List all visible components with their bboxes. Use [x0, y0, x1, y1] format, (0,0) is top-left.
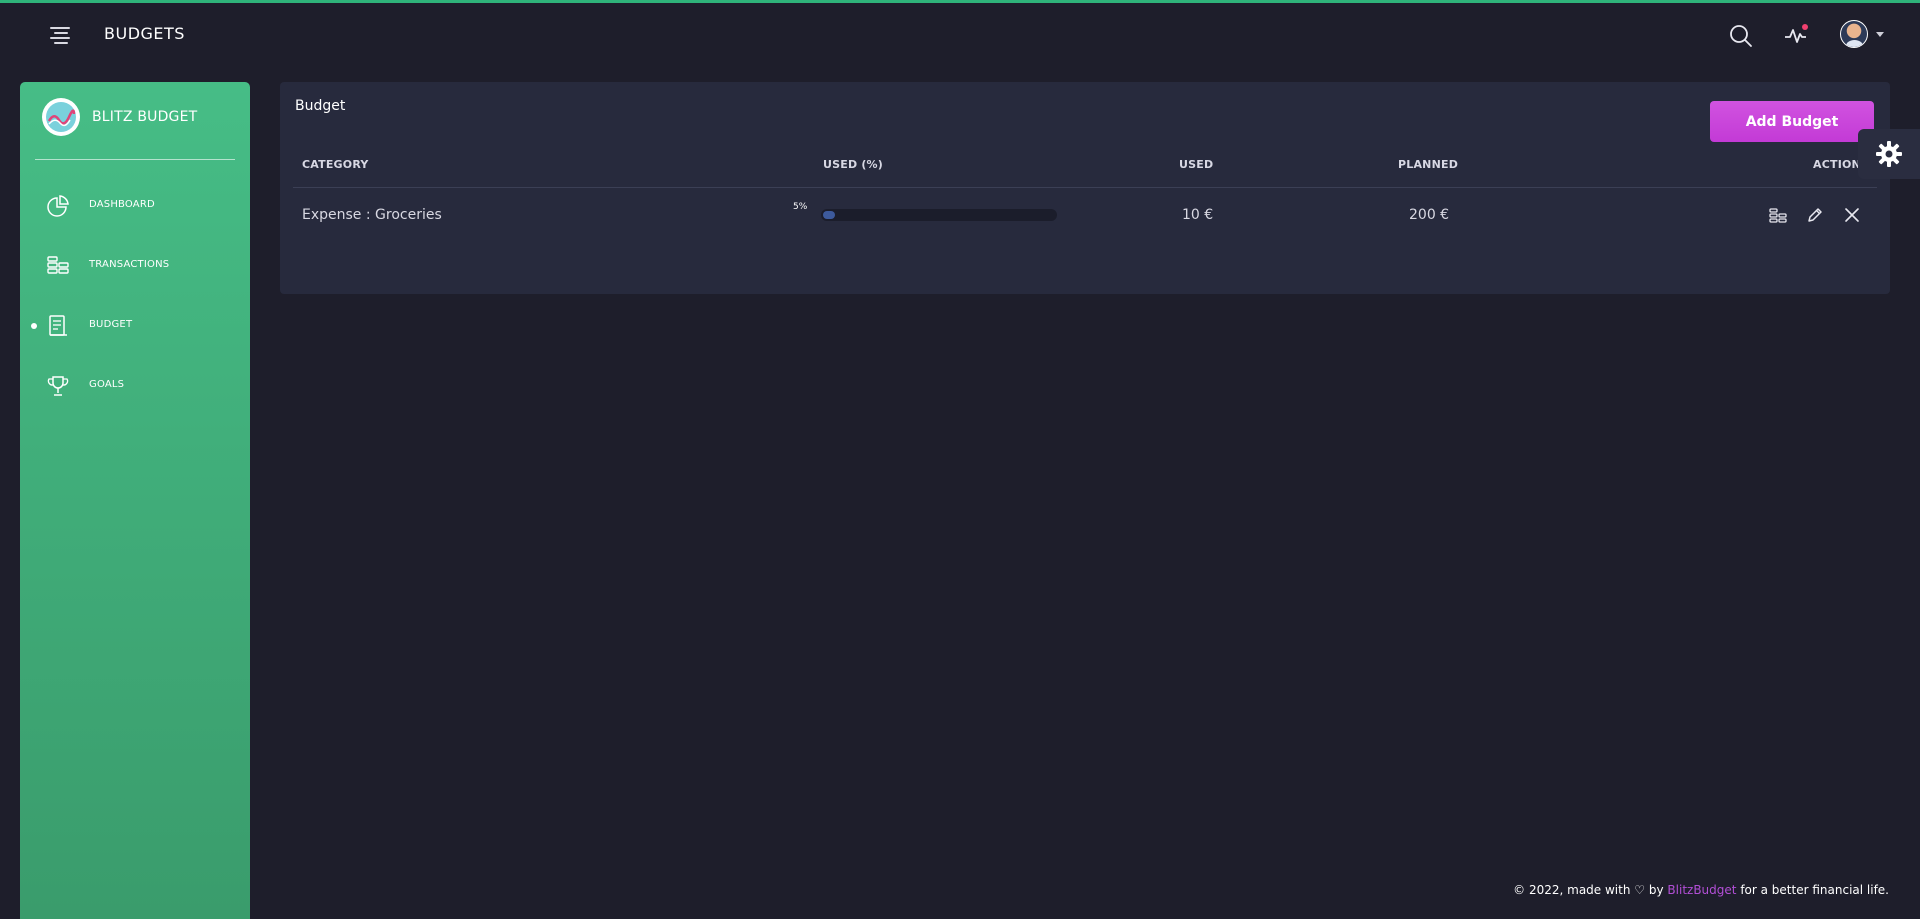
row-planned: 200 €: [1409, 207, 1450, 223]
sidebar-item-label: GOALS: [89, 379, 125, 390]
top-navbar: BUDGETS: [0, 3, 1920, 65]
sidebar-divider: [35, 159, 235, 160]
view-transactions-icon[interactable]: [1768, 205, 1788, 225]
gear-icon: [1876, 141, 1902, 167]
delete-icon[interactable]: [1842, 205, 1862, 225]
chevron-down-icon: [1876, 32, 1884, 37]
trophy-icon: [46, 374, 70, 398]
menu-toggle-icon[interactable]: [48, 26, 72, 44]
brand-name: BLITZ BUDGET: [92, 109, 198, 125]
sidebar-item-label: TRANSACTIONS: [89, 259, 170, 270]
sidebar-item-dashboard[interactable]: DASHBOARD: [20, 186, 250, 226]
row-progress-bar: [821, 209, 1057, 221]
pie-chart-icon: [46, 194, 70, 218]
row-category: Expense : Groceries: [302, 207, 442, 223]
footer: © 2022, made with ♡ by BlitzBudget for a…: [1513, 883, 1889, 897]
edit-icon[interactable]: [1805, 205, 1825, 225]
sidebar-item-transactions[interactable]: TRANSACTIONS: [20, 246, 250, 286]
receipt-icon: [46, 314, 70, 338]
sidebar: BLITZ BUDGET DASHBOARD TRANSACTIONS BUDG…: [20, 82, 250, 919]
search-icon[interactable]: [1728, 23, 1754, 49]
sidebar-item-label: BUDGET: [89, 319, 133, 330]
sidebar-item-label: DASHBOARD: [89, 199, 155, 210]
column-header-category[interactable]: CATEGORY: [302, 158, 369, 171]
page-title: BUDGETS: [104, 24, 185, 43]
footer-suffix: for a better financial life.: [1740, 883, 1889, 897]
settings-panel-toggle[interactable]: [1858, 129, 1920, 179]
activity-icon[interactable]: [1783, 23, 1809, 49]
table-header-divider: [293, 187, 1877, 188]
active-indicator: [31, 323, 37, 329]
column-header-used-percent[interactable]: USED (%): [823, 158, 883, 171]
sidebar-item-goals[interactable]: GOALS: [20, 366, 250, 406]
footer-brand-link[interactable]: BlitzBudget: [1667, 883, 1736, 897]
card-title: Budget: [295, 98, 346, 114]
footer-prefix: © 2022, made with: [1513, 883, 1631, 897]
avatar: [1840, 20, 1868, 48]
row-progress-fill: [823, 211, 835, 219]
coins-icon: [46, 254, 70, 278]
add-budget-button[interactable]: Add Budget: [1710, 101, 1874, 142]
sidebar-item-budget[interactable]: BUDGET: [20, 306, 250, 346]
heart-icon: ♡: [1634, 883, 1646, 897]
column-header-planned[interactable]: PLANNED: [1398, 158, 1458, 171]
user-menu[interactable]: [1840, 20, 1886, 50]
budget-card: Budget Add Budget CATEGORY USED (%) USED…: [280, 82, 1890, 294]
brand-logo-icon: [42, 98, 80, 136]
column-header-used[interactable]: USED: [1179, 158, 1213, 171]
footer-by: by: [1648, 883, 1664, 897]
row-used-percent-label: 5%: [793, 202, 808, 212]
row-used: 10 €: [1182, 207, 1214, 223]
